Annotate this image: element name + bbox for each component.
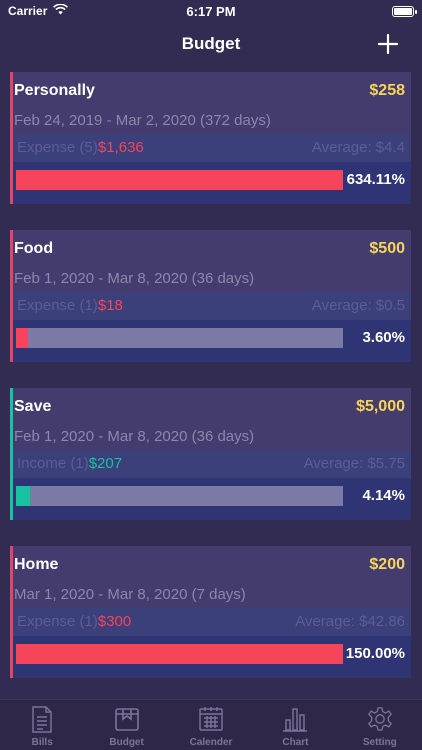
progress-percent: 4.14% <box>362 487 405 504</box>
progress-percent: 150.00% <box>345 645 405 662</box>
budget-card-save[interactable]: Save $5,000 Feb 1, 2020 - Mar 8, 2020 (3… <box>10 388 411 520</box>
budget-name: Home <box>14 556 59 573</box>
tab-calendar[interactable]: Calender <box>169 700 253 750</box>
budget-amount: $258 <box>369 82 405 99</box>
plus-icon <box>378 34 398 54</box>
progress-bar <box>16 644 343 664</box>
progress-fill <box>16 486 30 506</box>
progress-bar <box>16 328 343 348</box>
add-budget-button[interactable] <box>372 28 404 60</box>
daily-average: Average: $4.4 <box>311 139 405 156</box>
bills-icon <box>29 705 55 733</box>
tab-label: Bills <box>31 737 53 748</box>
progress-fill <box>16 170 343 190</box>
tab-label: Chart <box>282 737 309 748</box>
budget-date-range: Feb 24, 2019 - Mar 2, 2020 (372 days) <box>14 112 271 129</box>
tab-chart[interactable]: Chart <box>253 700 337 750</box>
progress-fill <box>16 328 28 348</box>
tab-setting[interactable]: Setting <box>338 700 422 750</box>
budget-name: Food <box>14 240 54 257</box>
budget-amount: $5,000 <box>356 398 405 415</box>
daily-average: Average: $42.86 <box>295 613 405 630</box>
budget-amount: $500 <box>369 240 405 257</box>
battery-icon <box>392 5 417 17</box>
daily-average: Average: $0.5 <box>311 297 405 314</box>
transaction-type: Income (1) <box>17 455 89 472</box>
carrier-label: Carrier <box>8 4 48 18</box>
chart-icon <box>282 705 308 733</box>
nav-bar: Budget <box>0 22 422 66</box>
calendar-icon <box>198 705 224 733</box>
budget-date-range: Mar 1, 2020 - Mar 8, 2020 (7 days) <box>14 586 246 603</box>
budget-name: Save <box>14 398 52 415</box>
progress-fill <box>16 644 343 664</box>
transaction-type: Expense (1) <box>17 613 98 630</box>
progress-percent: 634.11% <box>346 171 405 188</box>
transaction-type: Expense (5) <box>17 139 98 156</box>
daily-average: Average: $5.75 <box>303 455 405 472</box>
spent-value: $300 <box>97 613 132 630</box>
budget-card-personally[interactable]: Personally $258 Feb 24, 2019 - Mar 2, 20… <box>10 72 411 204</box>
status-bar: Carrier 6:17 PM <box>0 0 422 22</box>
progress-bar <box>16 486 343 506</box>
page-title: Budget <box>181 34 241 53</box>
transaction-type: Expense (1) <box>17 297 98 314</box>
tab-bar: Bills Budget Calender Chart Setting <box>0 699 422 750</box>
earned-value: $207 <box>88 455 123 472</box>
progress-bar <box>16 170 343 190</box>
budget-date-range: Feb 1, 2020 - Mar 8, 2020 (36 days) <box>14 270 255 287</box>
budget-amount: $200 <box>369 556 405 573</box>
budget-card-home[interactable]: Home $200 Mar 1, 2020 - Mar 8, 2020 (7 d… <box>10 546 411 678</box>
progress-percent: 3.60% <box>362 329 405 346</box>
budget-card-food[interactable]: Food $500 Feb 1, 2020 - Mar 8, 2020 (36 … <box>10 230 411 362</box>
tab-label: Calender <box>189 737 233 748</box>
wifi-icon <box>53 3 69 18</box>
budget-date-range: Feb 1, 2020 - Mar 8, 2020 (36 days) <box>14 428 255 445</box>
tab-label: Budget <box>109 737 144 748</box>
budget-name: Personally <box>14 82 95 99</box>
spent-value: $18 <box>97 297 123 314</box>
tab-label: Setting <box>362 737 397 748</box>
gear-icon <box>367 705 393 733</box>
budget-icon <box>114 705 140 733</box>
tab-budget[interactable]: Budget <box>84 700 168 750</box>
spent-value: $1,636 <box>97 139 144 156</box>
tab-bills[interactable]: Bills <box>0 700 84 750</box>
